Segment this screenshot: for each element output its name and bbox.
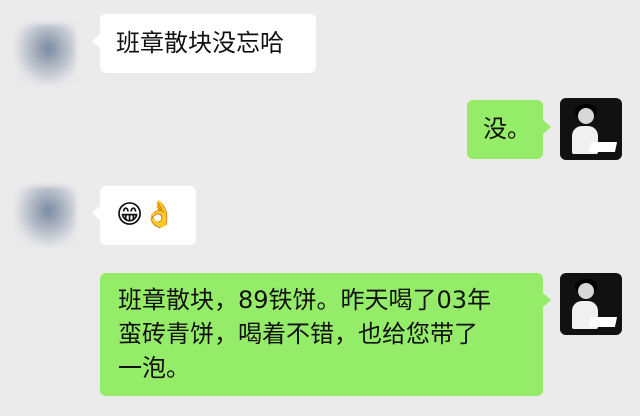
incoming-message-2[interactable]: 😁👌: [92, 186, 196, 245]
message-text: 没。: [483, 115, 531, 143]
contact-avatar[interactable]: [14, 24, 76, 86]
contact-avatar[interactable]: [14, 186, 76, 248]
avatar-figure-paper: [588, 317, 618, 327]
chat-thread: 班章散块没忘哈 没。 😁👌 班章散块，89铁饼。昨天喝了03年 蛮砖青饼，喝着不…: [0, 0, 640, 416]
user-avatar[interactable]: [560, 273, 622, 335]
outgoing-message-1[interactable]: 没。: [467, 100, 551, 159]
avatar-figure-head: [578, 108, 594, 124]
outgoing-message-2[interactable]: 班章散块，89铁饼。昨天喝了03年 蛮砖青饼，喝着不错，也给您带了 一泡。: [100, 273, 551, 396]
message-line-3: 一泡。: [118, 354, 190, 382]
message-line-2: 蛮砖青饼，喝着不错，也给您带了: [118, 320, 478, 348]
avatar-figure-head: [578, 283, 594, 299]
incoming-message-1[interactable]: 班章散块没忘哈: [92, 14, 316, 73]
message-text: 班章散块没忘哈: [116, 29, 284, 57]
grinning-face-emoji-icon: 😁: [116, 200, 144, 230]
ok-hand-emoji-icon: 👌: [143, 200, 176, 230]
user-avatar[interactable]: [560, 98, 622, 160]
avatar-figure-paper: [588, 142, 618, 152]
message-line-1: 班章散块，89铁饼。昨天喝了03年: [118, 286, 492, 314]
